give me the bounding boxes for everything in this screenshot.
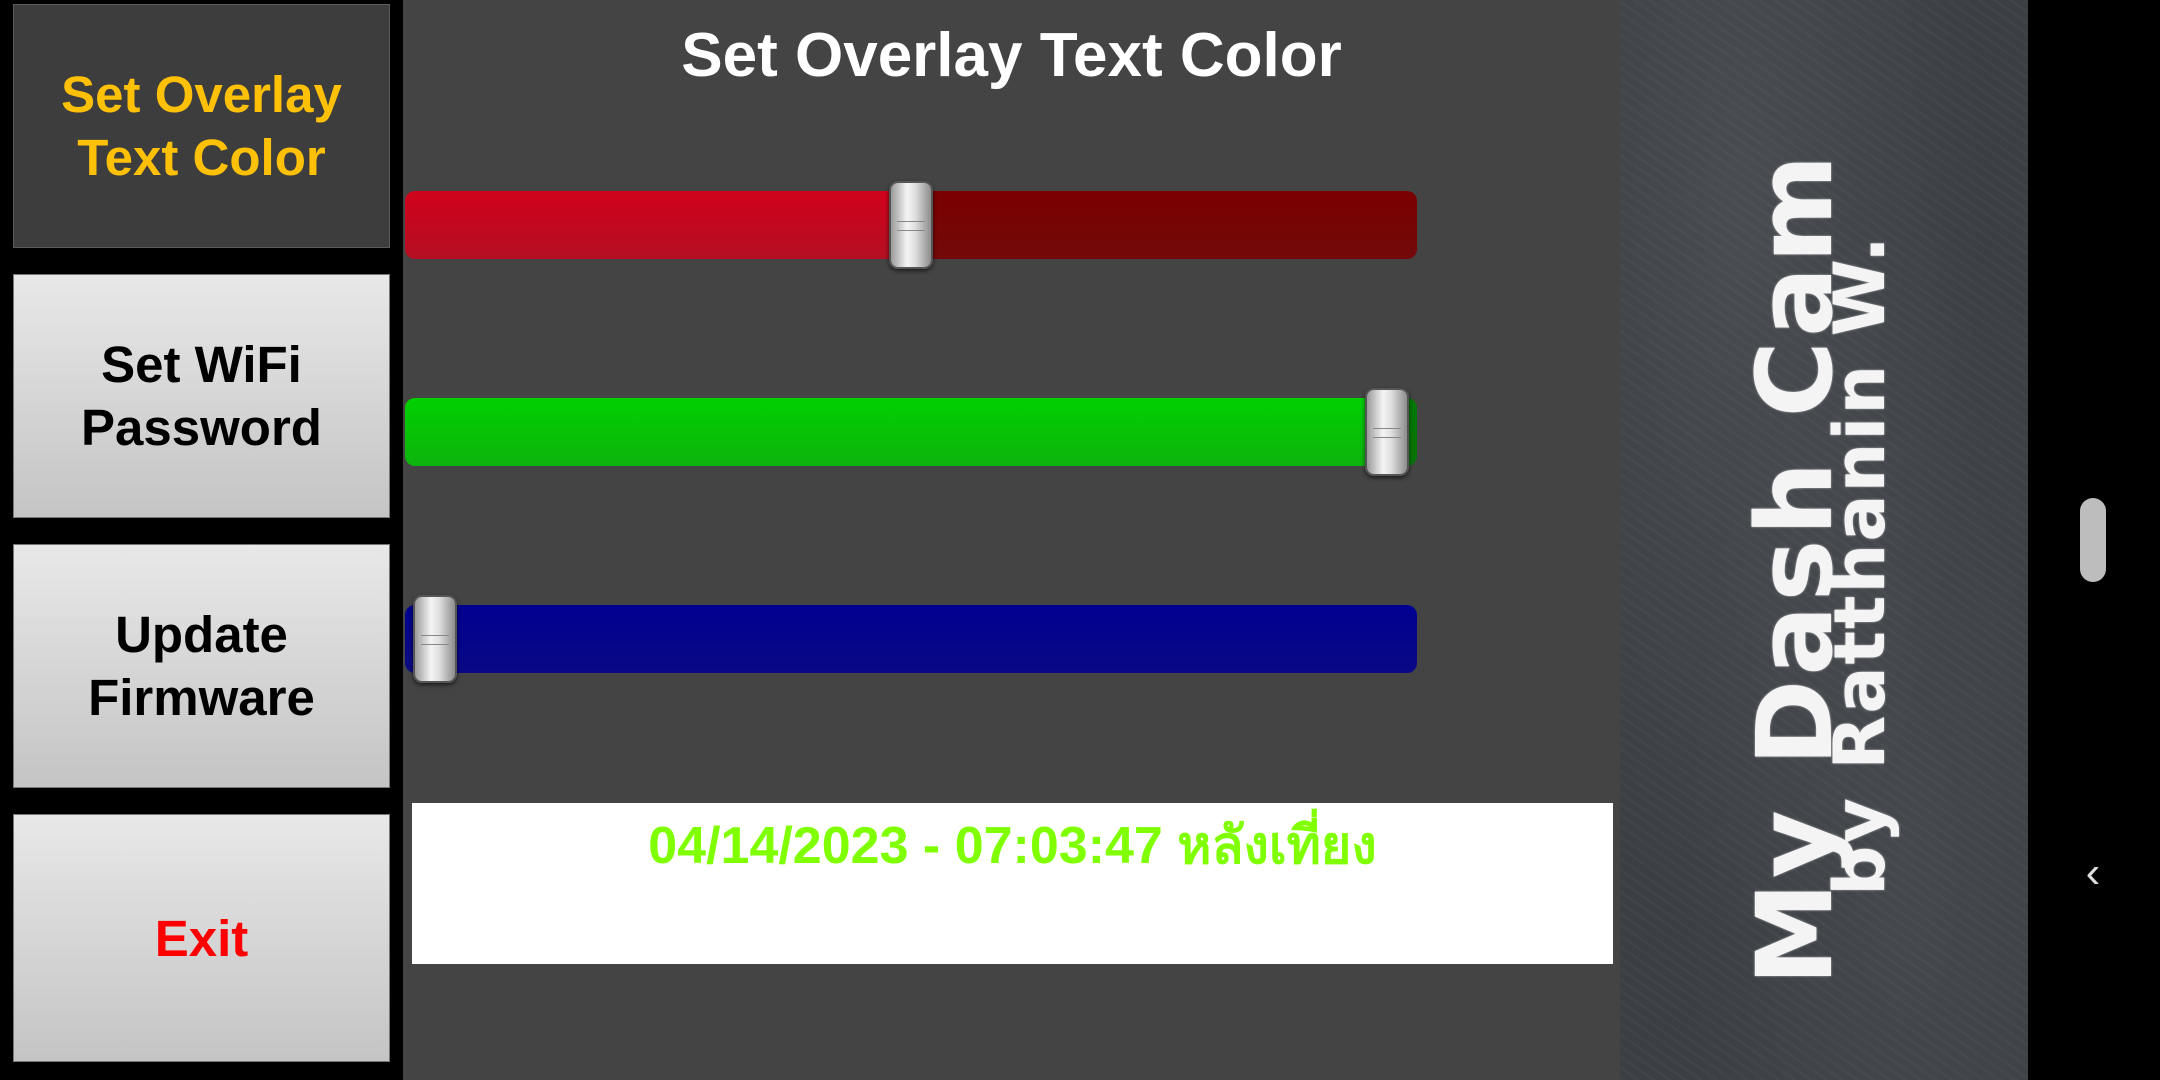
system-navigation-bar: ‹ (2028, 0, 2160, 1080)
blue-slider-thumb[interactable] (413, 595, 458, 683)
page-title: Set Overlay Text Color (681, 21, 1342, 90)
app-author: by Ratthanin W. (1819, 234, 1901, 896)
blue-slider-track[interactable] (405, 605, 1417, 673)
side-menu: Set Overlay Text Color Set WiFi Password… (0, 0, 403, 1080)
green-slider-fill (405, 398, 1387, 466)
overlay-preview: 04/14/2023 - 07:03:47 หลังเที่ยง (412, 803, 1613, 964)
green-slider-thumb[interactable] (1364, 388, 1409, 476)
chalkboard-banner: My Dash Cam by Ratthanin W. (1620, 0, 2028, 1080)
blue-slider-rest (435, 605, 1417, 673)
green-slider-track[interactable] (405, 398, 1417, 466)
red-slider-fill (405, 191, 911, 259)
blue-slider[interactable] (405, 595, 1417, 683)
overlay-preview-text: 04/14/2023 - 07:03:47 หลังเที่ยง (648, 817, 1377, 875)
green-slider[interactable] (405, 388, 1417, 476)
set-wifi-password-button[interactable]: Set WiFi Password (13, 274, 390, 518)
update-firmware-button[interactable]: Update Firmware (13, 544, 390, 788)
scroll-handle[interactable] (2080, 498, 2106, 582)
main-panel: Set Overlay Text Color 04/14/2023 - 07:0… (403, 0, 1620, 1080)
exit-button[interactable]: Exit (13, 814, 390, 1062)
red-slider[interactable] (405, 181, 1417, 269)
chevron-left-icon[interactable]: ‹ (2068, 848, 2118, 898)
red-slider-rest (911, 191, 1417, 259)
set-overlay-text-color-button[interactable]: Set Overlay Text Color (13, 4, 390, 248)
red-slider-thumb[interactable] (889, 181, 933, 269)
